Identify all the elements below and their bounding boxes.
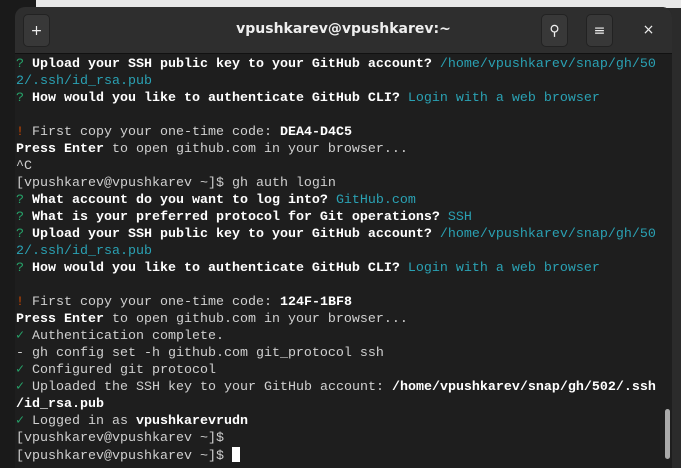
terminal-line: ✓ Logged in as vpushkarevrudn (16, 413, 662, 430)
terminal-text: 124F-1BF8 (279, 295, 352, 310)
terminal-line: ? How would you like to authenticate Git… (16, 90, 662, 107)
terminal-text: First copy your one-time code: (32, 295, 280, 310)
terminal-text: How would you like to authenticate GitHu… (32, 261, 408, 276)
terminal-output[interactable]: ? Upload your SSH public key to your Git… (16, 56, 662, 464)
terminal-window: + vpushkarev@vpushkarev:~ ⚲ ≡ × ? Upload… (15, 7, 672, 468)
terminal-line: ^C (16, 158, 662, 175)
terminal-line: ? What account do you want to log into? … (16, 192, 662, 209)
menu-button[interactable]: ≡ (586, 14, 613, 47)
terminal-text: 2/.ssh/id_rsa.pub (16, 74, 152, 89)
terminal-text: SSH (447, 210, 472, 225)
terminal-line: Press Enter to open github.com in your b… (16, 141, 662, 158)
terminal-text: GitHub.com (335, 193, 416, 208)
terminal-text: [vpushkarev@vpushkarev ~]$ gh auth login (16, 176, 336, 191)
terminal-text: Logged in as (32, 414, 137, 429)
scrollbar[interactable] (665, 409, 670, 459)
terminal-text: [vpushkarev@vpushkarev ~]$ (16, 431, 224, 446)
terminal-line: [vpushkarev@vpushkarev ~]$ (16, 447, 662, 464)
terminal-text: DEA4-D4C5 (279, 125, 352, 140)
terminal-text: [vpushkarev@vpushkarev ~]$ (16, 449, 232, 464)
terminal-text: How would you like to authenticate GitHu… (32, 91, 408, 106)
terminal-text: to open github.com in your browser... (103, 142, 408, 157)
terminal-text: Authentication complete. (32, 329, 224, 344)
terminal-text: ? (16, 210, 32, 225)
terminal-text: ! (16, 295, 32, 310)
menu-icon: ≡ (593, 22, 606, 39)
terminal-text: /home/vpushkarev/snap/gh/50 (439, 227, 656, 242)
terminal-text: ? (16, 193, 32, 208)
header-bar: + vpushkarev@vpushkarev:~ ⚲ ≡ × (15, 7, 672, 54)
terminal-text: Upload your SSH public key to your GitHu… (32, 57, 440, 72)
terminal-text: First copy your one-time code: (32, 125, 280, 140)
terminal-line: ? Upload your SSH public key to your Git… (16, 56, 662, 73)
terminal-text: Uploaded the SSH key to your GitHub acco… (32, 380, 392, 395)
terminal-text: ✓ (16, 329, 33, 344)
terminal-text: ? (16, 57, 32, 72)
terminal-line: ✓ Uploaded the SSH key to your GitHub ac… (16, 379, 662, 396)
close-button[interactable]: × (636, 14, 661, 45)
terminal-line: [vpushkarev@vpushkarev ~]$ (16, 430, 662, 447)
window-title: vpushkarev@vpushkarev:~ (236, 21, 451, 37)
terminal-line: - gh config set -h github.com git_protoc… (16, 345, 662, 362)
terminal-line: ? What is your preferred protocol for Gi… (16, 209, 662, 226)
terminal-text: - gh config set -h github.com git_protoc… (16, 346, 384, 361)
terminal-text: What account do you want to log into? (32, 193, 336, 208)
terminal-text: ? (16, 227, 32, 242)
terminal-text: to open github.com in your browser... (103, 312, 408, 327)
terminal-line: /id_rsa.pub (16, 396, 662, 413)
terminal-text: ? (16, 261, 32, 276)
terminal-line: ? How would you like to authenticate Git… (16, 260, 662, 277)
terminal-line: ✓ Authentication complete. (16, 328, 662, 345)
terminal-text: What is your preferred protocol for Git … (32, 210, 448, 225)
terminal-text: Press Enter (16, 312, 104, 327)
terminal-line: ! First copy your one-time code: 124F-1B… (16, 294, 662, 311)
terminal-line: [vpushkarev@vpushkarev ~]$ gh auth login (16, 175, 662, 192)
terminal-text: Login with a web browser (407, 261, 600, 276)
cursor (231, 447, 240, 462)
terminal-text: Upload your SSH public key to your GitHu… (32, 227, 440, 242)
terminal-text: Configured git protocol (32, 363, 216, 378)
terminal-text: ✓ (16, 380, 33, 395)
close-icon: × (642, 21, 655, 38)
terminal-text: /home/vpushkarev/snap/gh/50 (439, 57, 656, 72)
terminal-text: /id_rsa.pub (16, 397, 104, 412)
terminal-text: Login with a web browser (407, 91, 600, 106)
terminal-text: ✓ (16, 363, 33, 378)
search-icon: ⚲ (549, 22, 560, 39)
terminal-text: vpushkarevrudn (136, 414, 248, 429)
terminal-text: ^C (16, 159, 32, 174)
terminal-text: ! (16, 125, 32, 140)
terminal-line: ✓ Configured git protocol (16, 362, 662, 379)
terminal-line: Press Enter to open github.com in your b… (16, 311, 662, 328)
terminal-line: 2/.ssh/id_rsa.pub (16, 73, 662, 90)
terminal-text: 2/.ssh/id_rsa.pub (16, 244, 152, 259)
search-button[interactable]: ⚲ (541, 14, 568, 47)
terminal-line: ? Upload your SSH public key to your Git… (16, 226, 662, 243)
terminal-text: ✓ (16, 414, 33, 429)
terminal-line: ! First copy your one-time code: DEA4-D4… (16, 124, 662, 141)
terminal-text: Press Enter (16, 142, 104, 157)
terminal-text: ? (16, 91, 32, 106)
terminal-line: 2/.ssh/id_rsa.pub (16, 243, 662, 260)
terminal-text: /home/vpushkarev/snap/gh/502/.ssh (391, 380, 656, 395)
